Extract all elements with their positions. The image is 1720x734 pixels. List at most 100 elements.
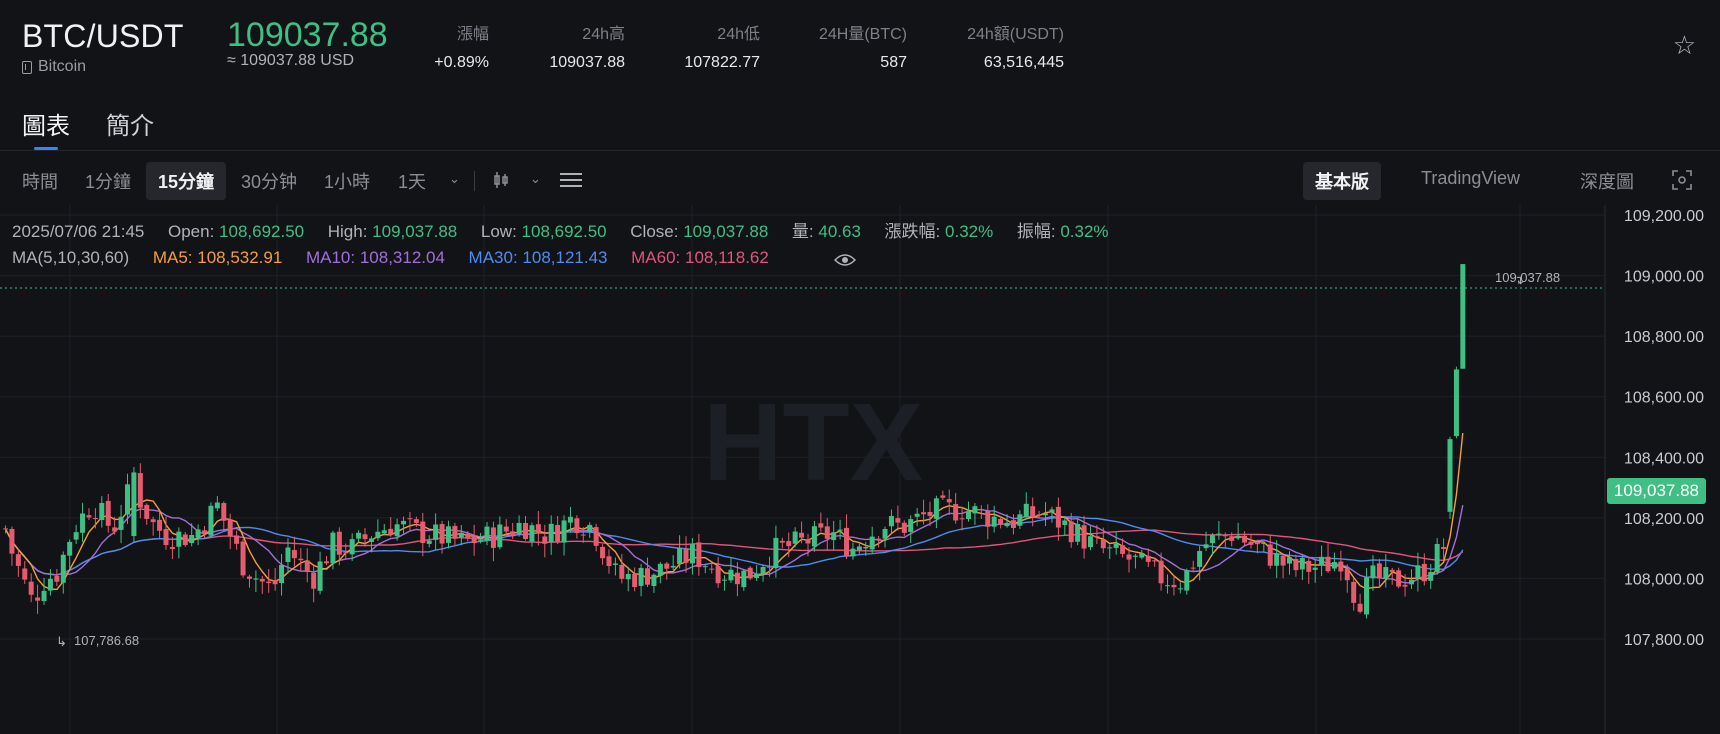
ma30-value: 108,121.43 [522, 248, 608, 267]
candle-body [22, 568, 28, 580]
interval-1m[interactable]: 1分鐘 [85, 168, 131, 194]
candle-body [946, 499, 952, 503]
candle-body [1165, 585, 1171, 587]
candle-body [1209, 535, 1215, 544]
candle-body [221, 503, 227, 521]
indicators-icon[interactable] [560, 171, 582, 189]
mode-tradingview[interactable]: TradingView [1421, 168, 1520, 189]
candle-body [991, 516, 997, 527]
volume-label: 量: [791, 222, 814, 241]
tab-chart[interactable]: 圖表 [22, 106, 70, 141]
candle-body [445, 526, 451, 543]
interval-15m[interactable]: 15分鐘 [146, 162, 227, 200]
last-price: 109037.88 [227, 16, 388, 54]
candle-body [1235, 536, 1241, 539]
candle-body [47, 578, 53, 591]
candle-body [580, 534, 586, 536]
kline-svg[interactable]: HTX 109,200.00 109,000.00 108,800.00 108,60… [0, 205, 1720, 734]
mode-depth[interactable]: 深度圖 [1580, 168, 1634, 194]
candle-body [54, 575, 60, 582]
candle-body [1222, 535, 1228, 537]
candle-body [1197, 551, 1203, 567]
candle-body [304, 560, 310, 572]
close-label: Close: [630, 222, 679, 241]
candlestick-type-icon[interactable] [493, 171, 509, 189]
tab-intro[interactable]: 簡介 [106, 106, 154, 141]
main-tabs: 圖表 簡介 [0, 100, 1720, 151]
max-marker-arrow: ↴ [1514, 273, 1524, 287]
candle-body [144, 504, 150, 519]
candle-body [3, 528, 8, 530]
candle-body [1421, 563, 1427, 582]
y-tick-label: 109,200.00 [1624, 208, 1704, 225]
interval-time[interactable]: 時間 [22, 168, 58, 194]
candle-body [259, 578, 265, 582]
candle-body [336, 531, 342, 555]
candle-body [567, 516, 573, 523]
candle-body [298, 558, 304, 561]
candle-body [1293, 559, 1299, 571]
mode-basic[interactable]: 基本版 [1303, 162, 1381, 200]
candle-body [548, 523, 554, 543]
candle-body [234, 535, 240, 544]
candle-body [246, 576, 252, 579]
interval-1h[interactable]: 1小時 [324, 168, 370, 194]
candle-body [1171, 584, 1177, 588]
candle-body [439, 524, 445, 544]
candle-body [394, 524, 400, 537]
interval-30m[interactable]: 30分钟 [241, 168, 297, 194]
candle-body [362, 534, 368, 540]
candle-body [1453, 369, 1459, 437]
candle-body [1139, 552, 1145, 558]
candle-body [317, 561, 323, 591]
fullscreen-icon[interactable] [1672, 170, 1692, 190]
candle-body [41, 590, 47, 602]
candle-body [888, 515, 894, 527]
candle-body [407, 518, 413, 520]
candle-body [375, 531, 381, 539]
candle-body [92, 517, 98, 519]
candle-body [555, 524, 561, 542]
high-value: 109,037.88 [372, 222, 458, 241]
candle-body [1062, 520, 1068, 525]
candle-body [1287, 557, 1292, 564]
chevron-down-icon[interactable]: ⌄ [449, 171, 460, 187]
stat-24h-volume: 24H量(BTC) 587 [819, 20, 907, 72]
stat-24h-turnover-value: 63,516,445 [983, 54, 1064, 71]
candle-body [176, 531, 182, 547]
candle-body [625, 573, 631, 580]
kline-chart[interactable]: HTX 109,200.00 109,000.00 108,800.00 108,60… [0, 205, 1720, 734]
candle-body [1325, 556, 1331, 572]
candle-body [1113, 543, 1119, 548]
candle-body [349, 539, 355, 555]
active-tab-indicator [34, 147, 58, 150]
interval-1d[interactable]: 1天 [398, 168, 426, 194]
candle-body [381, 530, 387, 534]
candle-body [927, 511, 933, 516]
candle-body [118, 516, 124, 530]
candle-body [709, 568, 715, 570]
candle-body [157, 519, 163, 531]
ma5-value: 108,532.91 [197, 248, 283, 267]
candle-body [99, 502, 105, 521]
candle-body [645, 568, 650, 585]
ma-title[interactable]: MA(5,10,30,60) [12, 248, 129, 267]
candle-body [1408, 579, 1414, 585]
y-tick-label: 108,000.00 [1624, 571, 1704, 588]
candle-body [593, 527, 599, 546]
candle-body [73, 532, 79, 540]
favorite-star-icon[interactable]: ☆ [1673, 30, 1696, 61]
candle-body [1248, 541, 1254, 545]
candle-body [940, 495, 946, 498]
candle-body [1216, 533, 1222, 535]
chart-type-chevron-icon[interactable]: ⌄ [530, 171, 541, 187]
candle-body [760, 567, 766, 575]
eye-icon[interactable] [834, 252, 856, 268]
candle-body [966, 511, 971, 519]
candle-body [1177, 588, 1183, 590]
pair-title[interactable]: BTC/USDT [22, 18, 184, 55]
stat-change-label: 漲幅 [456, 26, 489, 43]
candle-body [330, 532, 336, 564]
candle-body [805, 539, 811, 544]
candle-body [1254, 542, 1260, 545]
